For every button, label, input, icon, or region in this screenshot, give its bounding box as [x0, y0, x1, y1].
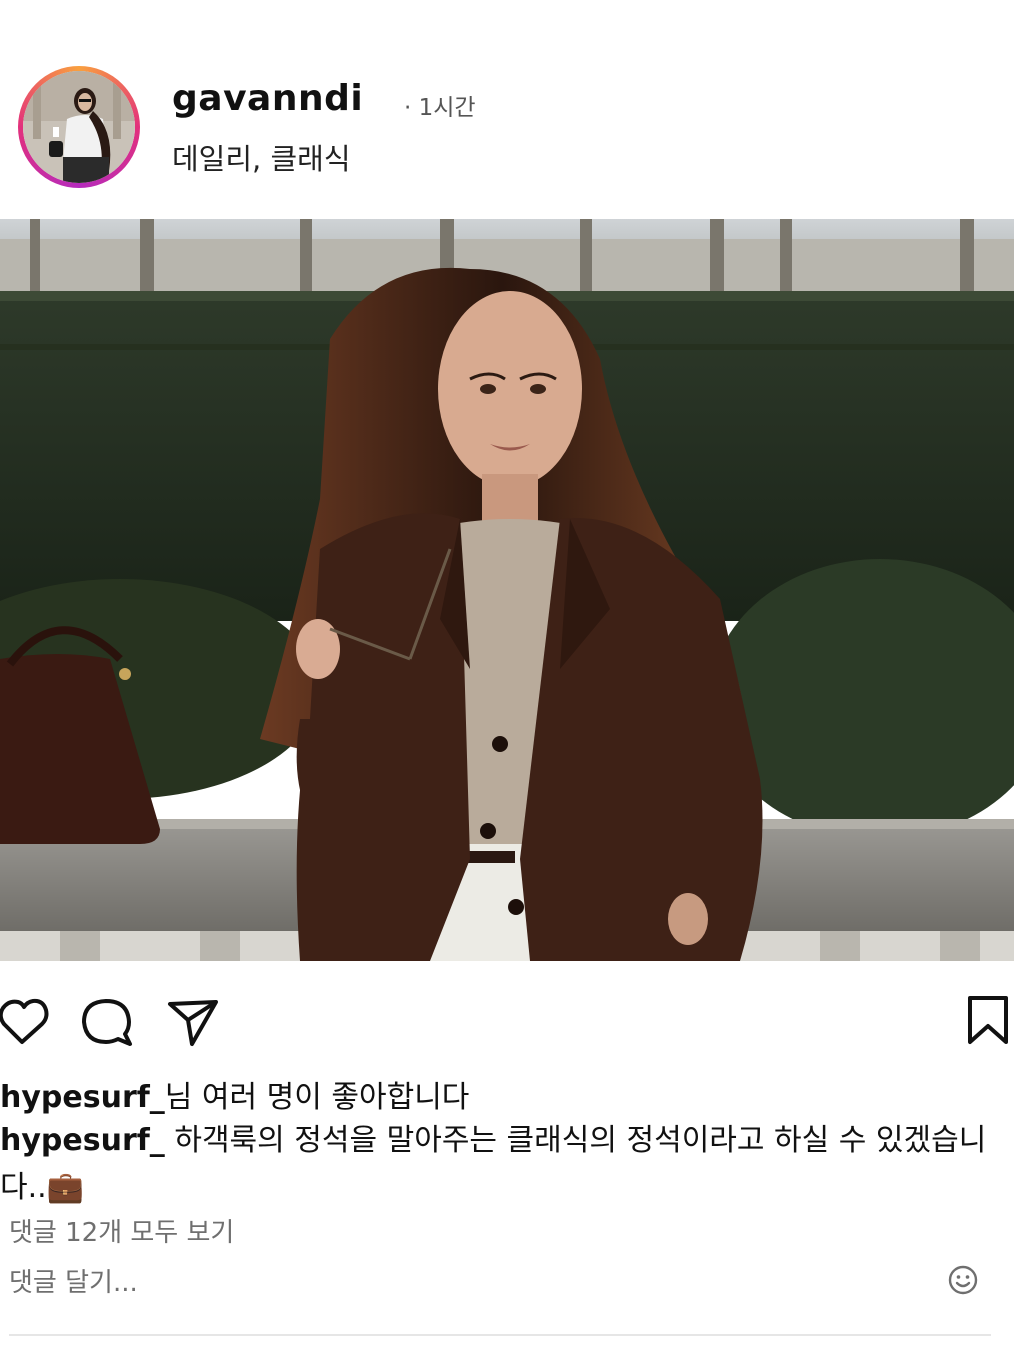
likes-text: 님 여러 명이 좋아합니다: [164, 1080, 470, 1115]
username[interactable]: gavanndi: [172, 78, 363, 119]
like-button[interactable]: [0, 990, 56, 1050]
story-ring[interactable]: [18, 66, 140, 188]
post-photo-illustration: [0, 219, 1014, 961]
avatar[interactable]: [23, 71, 135, 183]
paper-plane-icon: [168, 1000, 218, 1046]
likes-user[interactable]: hypesurf_: [0, 1080, 165, 1115]
likes-summary[interactable]: hypesurf_님 여러 명이 좋아합니다: [0, 1072, 469, 1116]
emoji-button[interactable]: [946, 1263, 980, 1297]
save-button[interactable]: [962, 990, 1014, 1050]
post-subtitle: 데일리, 클래식: [172, 142, 351, 176]
action-bar: [0, 990, 1014, 1050]
post-time: · 1시간: [404, 95, 476, 121]
briefcase-icon: 💼: [46, 1170, 85, 1205]
post-photo[interactable]: [0, 219, 1014, 961]
comment-input[interactable]: 댓글 달기...: [9, 1262, 138, 1299]
heart-icon: [0, 998, 49, 1044]
bookmark-icon: [968, 996, 1008, 1044]
divider: [9, 1334, 991, 1336]
comment-button[interactable]: [80, 990, 136, 1050]
share-button[interactable]: [166, 990, 222, 1050]
smiley-icon: [948, 1265, 978, 1295]
view-all-comments-link[interactable]: 댓글 12개 모두 보기: [9, 1212, 234, 1249]
comment-bubble-icon: [82, 999, 132, 1046]
caption: hypesurf_ 하객룩의 정석을 말아주는 클래식의 정석이라고 하실 수 …: [0, 1117, 1014, 1211]
caption-user[interactable]: hypesurf_: [0, 1123, 165, 1158]
post-header: gavanndi · 1시간 데일리, 클래식: [0, 0, 1014, 215]
profile-photo: [23, 71, 135, 183]
